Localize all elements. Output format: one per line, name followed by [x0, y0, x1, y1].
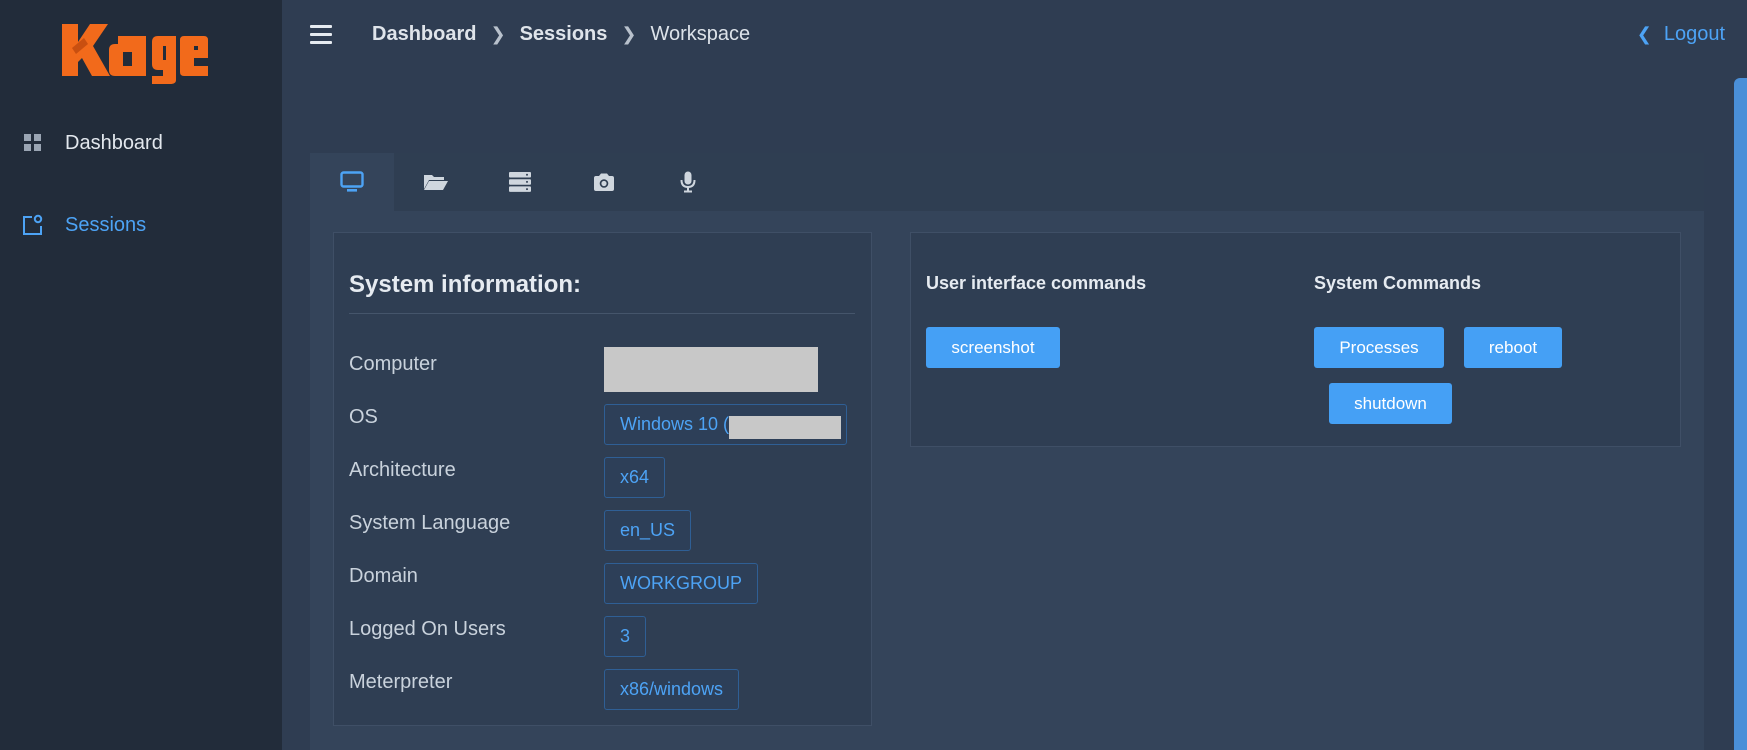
sidebar: Dashboard Sessions — [0, 0, 282, 750]
app-root: Dashboard Sessions Dashboard ❯ Sessions … — [0, 0, 1747, 750]
sessions-icon — [22, 214, 44, 236]
redacted-os-version — [729, 416, 841, 439]
microphone-icon — [680, 171, 696, 193]
logout-label: Logout — [1663, 23, 1725, 45]
reboot-button[interactable]: reboot — [1464, 327, 1562, 368]
tab-storage[interactable] — [478, 153, 562, 211]
screenshot-button[interactable]: screenshot — [926, 327, 1060, 368]
info-label-computer: Computer — [349, 353, 437, 375]
os-value-text: Windows 10 ( — [620, 414, 730, 434]
shutdown-button[interactable]: shutdown — [1329, 383, 1452, 424]
tab-microphone[interactable] — [646, 153, 730, 211]
logout-button[interactable]: ❮ Logout — [1637, 23, 1725, 46]
info-label-language: System Language — [349, 512, 511, 534]
divider — [349, 313, 855, 314]
system-info-title: System information: — [349, 271, 582, 298]
chevron-right-icon: ❯ — [621, 24, 637, 44]
info-value-meterpreter: x86/windows — [604, 669, 740, 710]
workspace-card: System information: Computer OS Windows … — [310, 153, 1704, 750]
workspace-tabs — [310, 153, 1704, 211]
grid-icon — [22, 132, 44, 154]
chevron-right-icon: ❯ — [490, 24, 506, 44]
processes-button[interactable]: Processes — [1314, 327, 1444, 368]
info-label-os: OS — [349, 406, 378, 428]
top-header: Dashboard ❯ Sessions ❯ Workspace ❮ Logou… — [282, 0, 1747, 70]
info-label-domain: Domain — [349, 565, 418, 587]
server-icon — [509, 172, 531, 192]
breadcrumb-workspace: Workspace — [650, 23, 751, 45]
folder-open-icon — [424, 175, 448, 190]
kage-logo — [62, 24, 208, 84]
menu-toggle-icon[interactable] — [310, 25, 332, 44]
sidebar-item-label: Sessions — [65, 213, 147, 236]
system-info-panel: System information: Computer OS Windows … — [333, 232, 872, 726]
info-label-architecture: Architecture — [349, 459, 456, 481]
info-value-language: en_US — [604, 510, 692, 551]
scrollbar[interactable] — [1734, 78, 1747, 750]
sidebar-item-dashboard[interactable]: Dashboard — [0, 118, 282, 168]
info-label-meterpreter: Meterpreter — [349, 671, 453, 693]
info-value-domain: WORKGROUP — [604, 563, 759, 604]
breadcrumb: Dashboard ❯ Sessions ❯ Workspace — [372, 23, 750, 46]
info-label-logged-users: Logged On Users — [349, 618, 506, 640]
sidebar-item-sessions[interactable]: Sessions — [0, 200, 282, 250]
breadcrumb-sessions[interactable]: Sessions — [520, 23, 608, 46]
ui-commands-title: User interface commands — [926, 273, 1147, 293]
sidebar-item-label: Dashboard — [65, 131, 163, 154]
tab-webcam[interactable] — [562, 153, 646, 211]
commands-panel: User interface commands System Commands … — [910, 232, 1681, 447]
breadcrumb-dashboard[interactable]: Dashboard — [372, 23, 476, 46]
camera-icon — [594, 173, 614, 191]
monitor-icon — [340, 171, 364, 192]
info-value-logged-users: 3 — [604, 616, 647, 657]
tab-system[interactable] — [310, 153, 394, 211]
tab-files[interactable] — [394, 153, 478, 211]
info-value-architecture: x64 — [604, 457, 666, 498]
system-commands-title: System Commands — [1314, 273, 1482, 293]
redacted-computer-name — [604, 347, 818, 392]
chevron-left-icon: ❮ — [1636, 24, 1652, 44]
